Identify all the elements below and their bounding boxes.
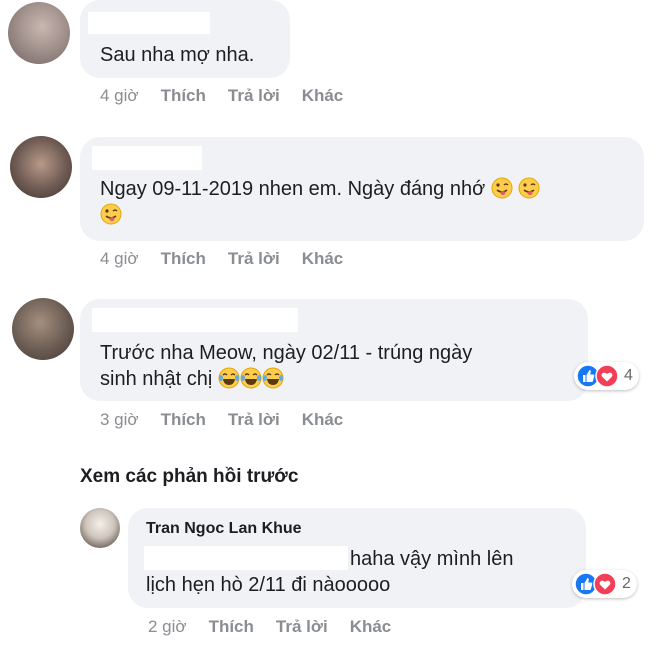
reply-text-line1: haha vậy mình lên [350,548,514,570]
more-button[interactable]: Khác [302,249,344,269]
redacted-name [92,146,202,170]
reaction-summary[interactable]: 2 [572,570,637,598]
comment-text: Ngay 09-11-2019 nhen em. Ngày đáng nhớ [100,176,630,228]
laughing-tears-emoji [262,367,284,389]
comment-time[interactable]: 4 giờ [100,86,139,106]
reaction-count: 2 [622,575,631,592]
comment-text-content: Ngay 09-11-2019 nhen em. Ngày đáng nhớ [100,178,486,200]
reply-actions: 2 giờ Thích Trả lời Khác [148,617,413,637]
more-button[interactable]: Khác [350,617,392,637]
commenter-avatar[interactable] [10,136,72,198]
comment-time[interactable]: 3 giờ [100,410,139,430]
reply-button[interactable]: Trả lời [228,86,280,106]
comment-text: Trước nha Meow, ngày 02/11 - trúng ngày … [100,340,580,392]
commenter-avatar[interactable] [8,2,70,64]
love-reaction-icon [593,572,617,596]
reply-button[interactable]: Trả lời [228,410,280,430]
comment-actions: 4 giờ Thích Trả lời Khác [100,86,365,106]
like-button[interactable]: Thích [161,249,206,269]
like-button[interactable]: Thích [161,86,206,106]
like-button[interactable]: Thích [209,617,254,637]
redacted-name [88,12,210,34]
reaction-count: 4 [624,367,633,384]
wink-tongue-emoji [518,177,540,199]
more-button[interactable]: Khác [302,86,344,106]
like-button[interactable]: Thích [161,410,206,430]
comment-text: Sau nha mợ nha. [100,44,255,66]
comment-text-line1: Trước nha Meow, ngày 02/11 - trúng ngày [100,342,473,364]
reply-button[interactable]: Trả lời [276,617,328,637]
comment-text-line2: sinh nhật chị [100,368,213,390]
wink-tongue-emoji [100,203,122,225]
reply-author-avatar[interactable] [80,508,120,548]
wink-tongue-emoji [491,177,513,199]
laughing-tears-emoji [218,367,240,389]
redacted-name [92,308,298,332]
reaction-summary[interactable]: 4 [574,362,639,390]
laughing-tears-emoji [240,367,262,389]
commenter-avatar[interactable] [12,298,74,360]
reply-time[interactable]: 2 giờ [148,617,187,637]
reply-author-name[interactable]: Tran Ngoc Lan Khue [146,520,302,538]
redacted-mention [144,546,348,570]
comment-time[interactable]: 4 giờ [100,249,139,269]
more-button[interactable]: Khác [302,410,344,430]
comment-actions: 3 giờ Thích Trả lời Khác [100,410,365,430]
comment-actions: 4 giờ Thích Trả lời Khác [100,249,365,269]
reply-button[interactable]: Trả lời [228,249,280,269]
view-previous-replies-link[interactable]: Xem các phản hồi trước [80,466,298,488]
love-reaction-icon [595,364,619,388]
reply-text-line2: lịch hẹn hò 2/11 đi nàooooo [146,574,391,596]
